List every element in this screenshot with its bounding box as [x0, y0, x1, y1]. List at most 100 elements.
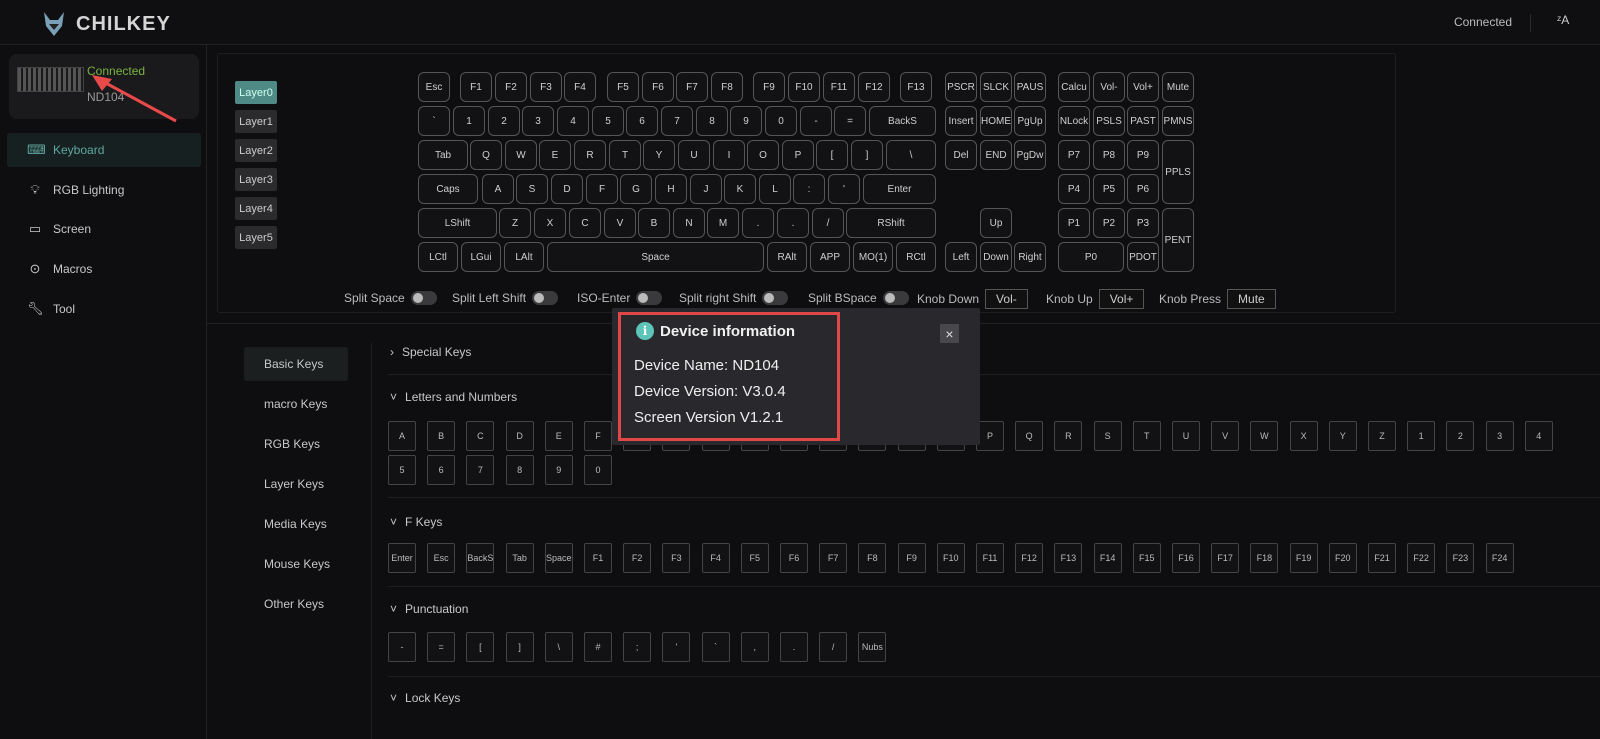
palette-key[interactable]: BackS — [466, 543, 495, 573]
palette-key[interactable]: , — [740, 632, 769, 662]
translate-icon[interactable]: ᶻA — [1557, 13, 1569, 27]
keyboard-key[interactable]: 1 — [453, 106, 485, 136]
sidebar-item-macros[interactable]: ⊙ Macros — [7, 252, 201, 286]
category-macro-keys[interactable]: macro Keys — [244, 387, 348, 421]
palette-key[interactable]: = — [427, 632, 456, 662]
keyboard-key[interactable]: Left — [945, 242, 977, 272]
keyboard-key[interactable]: / — [812, 208, 844, 238]
palette-key[interactable]: P — [976, 421, 1004, 451]
keyboard-key[interactable]: 3 — [522, 106, 554, 136]
palette-key[interactable]: F3 — [662, 543, 691, 573]
sidebar-item-rgb-lighting[interactable]: 💡︎ RGB Lighting — [7, 173, 201, 207]
keyboard-key[interactable]: E — [539, 140, 571, 170]
keyboard-key[interactable]: : — [793, 174, 825, 204]
palette-key[interactable]: ] — [505, 632, 534, 662]
keyboard-key[interactable]: Up — [980, 208, 1012, 238]
keyboard-key[interactable]: W — [505, 140, 537, 170]
keyboard-key[interactable]: [ — [816, 140, 848, 170]
keyboard-key[interactable]: F12 — [858, 72, 890, 102]
keyboard-key[interactable]: L — [759, 174, 791, 204]
keyboard-key[interactable]: LAlt — [504, 242, 544, 272]
palette-key[interactable]: Tab — [505, 543, 534, 573]
keyboard-key[interactable]: . — [777, 208, 809, 238]
palette-key[interactable]: . — [780, 632, 808, 662]
keyboard-key[interactable]: O — [747, 140, 779, 170]
keyboard-key[interactable]: V — [604, 208, 636, 238]
keyboard-key[interactable]: Q — [470, 140, 502, 170]
keyboard-key[interactable]: NLock — [1058, 106, 1090, 136]
palette-key[interactable]: F — [584, 421, 612, 451]
keyboard-key[interactable]: F13 — [900, 72, 932, 102]
category-rgb-keys[interactable]: RGB Keys — [244, 427, 348, 461]
keyboard-key[interactable]: Vol- — [1093, 72, 1125, 102]
palette-key[interactable]: F4 — [701, 543, 730, 573]
palette-key[interactable]: [ — [466, 632, 495, 662]
palette-key[interactable]: Q — [1015, 421, 1044, 451]
palette-key[interactable]: F5 — [740, 543, 769, 573]
keyboard-key[interactable]: P6 — [1127, 174, 1159, 204]
category-mouse-keys[interactable]: Mouse Keys — [244, 547, 348, 581]
keyboard-key[interactable]: P — [782, 140, 814, 170]
section-letters-numbers[interactable]: ˅ Letters and Numbers — [390, 390, 517, 404]
keyboard-key[interactable]: PgDw — [1014, 140, 1046, 170]
palette-key[interactable]: B — [427, 421, 456, 451]
layer-3-button[interactable]: Layer3 — [235, 168, 277, 191]
layer-5-button[interactable]: Layer5 — [235, 226, 277, 249]
keyboard-key[interactable]: PDOT — [1127, 242, 1159, 272]
keyboard-key[interactable]: Down — [980, 242, 1012, 272]
palette-key[interactable]: F16 — [1172, 543, 1200, 573]
keyboard-key[interactable]: T — [609, 140, 641, 170]
keyboard-key[interactable]: ' — [828, 174, 860, 204]
keyboard-key[interactable]: F10 — [788, 72, 820, 102]
keyboard-key[interactable]: END — [980, 140, 1012, 170]
keyboard-key[interactable]: APP — [810, 242, 850, 272]
keyboard-key[interactable]: SLCK — [980, 72, 1012, 102]
palette-key[interactable]: F9 — [897, 543, 926, 573]
keyboard-key[interactable]: 7 — [661, 106, 693, 136]
palette-key[interactable]: Z — [1368, 421, 1396, 451]
keyboard-key[interactable]: BackS — [869, 106, 936, 136]
section-punctuation[interactable]: ˅ Punctuation — [390, 602, 468, 616]
keyboard-key[interactable]: 2 — [488, 106, 520, 136]
keyboard-key[interactable]: B — [638, 208, 670, 238]
palette-key[interactable]: 3 — [1485, 421, 1514, 451]
palette-key[interactable]: F24 — [1485, 543, 1514, 573]
palette-key[interactable]: X — [1289, 421, 1318, 451]
keyboard-key[interactable]: PgUp — [1014, 106, 1046, 136]
keyboard-key[interactable]: RAlt — [767, 242, 807, 272]
layer-1-button[interactable]: Layer1 — [235, 110, 277, 133]
palette-key[interactable]: F14 — [1093, 543, 1122, 573]
keyboard-key[interactable]: P3 — [1127, 208, 1159, 238]
keyboard-key[interactable]: MO(1) — [853, 242, 893, 272]
keyboard-key[interactable]: PSLS — [1093, 106, 1125, 136]
keyboard-key[interactable]: Del — [945, 140, 977, 170]
section-special-keys[interactable]: › Special Keys — [390, 345, 471, 359]
palette-key[interactable]: F19 — [1289, 543, 1318, 573]
sidebar-item-keyboard[interactable]: ⌨ Keyboard — [7, 133, 201, 167]
palette-key[interactable]: R — [1054, 421, 1083, 451]
palette-key[interactable]: T — [1132, 421, 1161, 451]
split-space-toggle[interactable] — [410, 291, 437, 305]
split-left-shift-toggle[interactable] — [532, 291, 559, 305]
palette-key[interactable]: Nubs — [858, 632, 887, 662]
keyboard-key[interactable]: RCtl — [896, 242, 936, 272]
keyboard-key[interactable]: P9 — [1127, 140, 1159, 170]
keyboard-key[interactable]: D — [551, 174, 583, 204]
palette-key[interactable]: Enter — [388, 543, 416, 573]
keyboard-key[interactable]: Calcu — [1058, 72, 1090, 102]
keyboard-key[interactable]: P8 — [1093, 140, 1125, 170]
keyboard-key[interactable]: H — [655, 174, 687, 204]
palette-key[interactable]: F21 — [1368, 543, 1396, 573]
palette-key[interactable]: S — [1093, 421, 1122, 451]
palette-key[interactable]: F12 — [1015, 543, 1044, 573]
keyboard-key[interactable]: = — [834, 106, 866, 136]
palette-key[interactable]: E — [544, 421, 573, 451]
keyboard-key[interactable]: F9 — [753, 72, 785, 102]
keyboard-key[interactable]: 9 — [730, 106, 762, 136]
keyboard-key[interactable]: 6 — [626, 106, 658, 136]
palette-key[interactable]: F20 — [1328, 543, 1357, 573]
keyboard-key[interactable]: RShift — [846, 208, 936, 238]
split-bspace-toggle[interactable] — [882, 291, 909, 305]
knob-press-key[interactable]: Mute — [1227, 289, 1276, 309]
sidebar-item-screen[interactable]: ▭ Screen — [7, 212, 201, 246]
